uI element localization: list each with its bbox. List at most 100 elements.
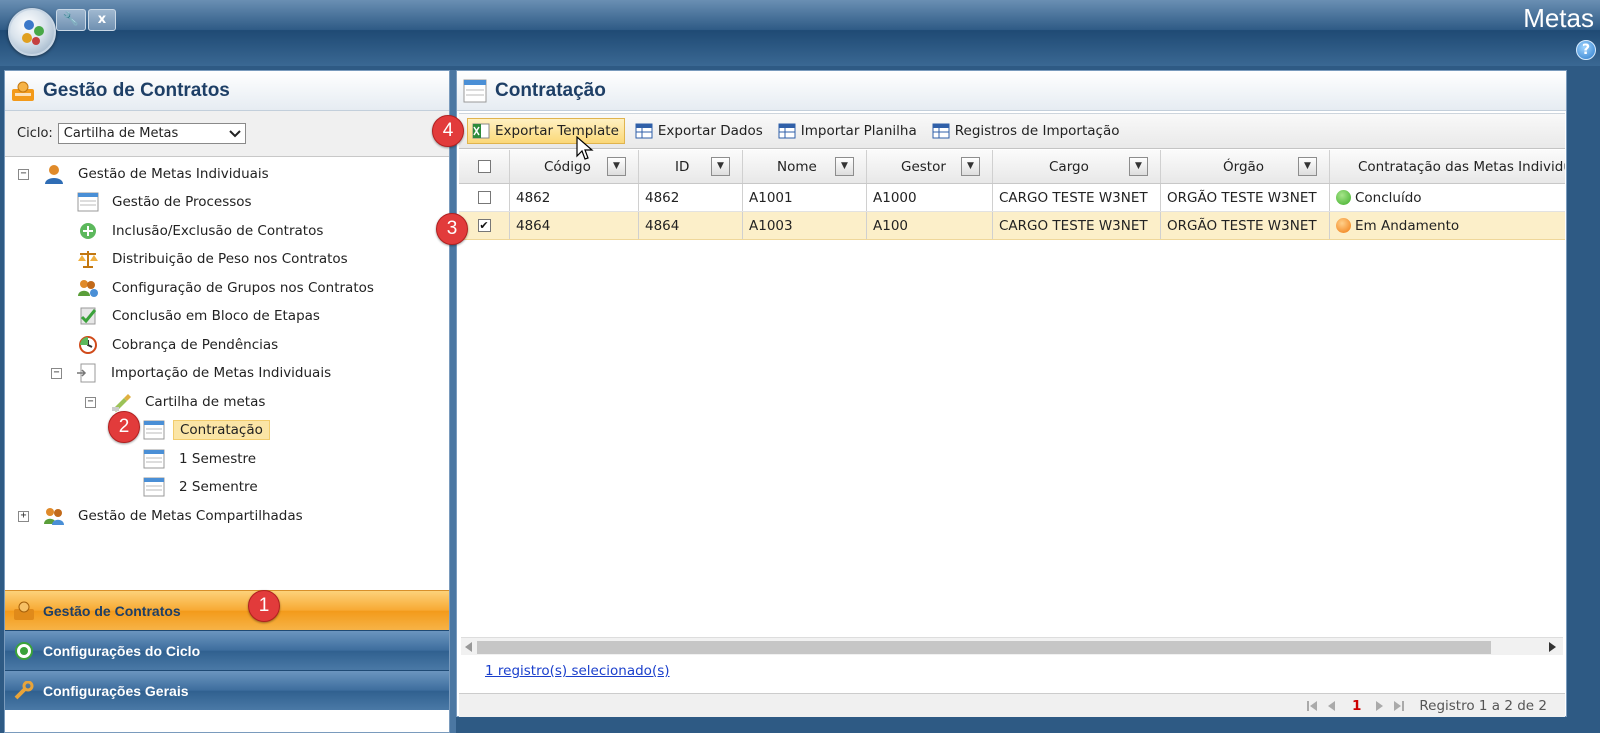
header-nome[interactable]: Nome ▼ xyxy=(743,150,867,183)
scale-icon xyxy=(78,251,98,268)
cell-cargo: CARGO TESTE W3NET xyxy=(993,184,1161,211)
tree-item-semestre-1[interactable]: 1 Semestre xyxy=(143,446,256,472)
ciclo-select[interactable]: Cartilha de Metas xyxy=(57,123,246,144)
collapse-icon[interactable]: − xyxy=(85,396,96,408)
collapse-icon[interactable]: − xyxy=(18,168,29,180)
expand-icon[interactable]: + xyxy=(18,510,29,522)
accordion-gestao-contratos[interactable]: Gestão de Contratos xyxy=(5,590,449,630)
filter-dropdown-icon[interactable]: ▼ xyxy=(961,157,980,176)
scrollbar-thumb[interactable] xyxy=(477,641,1491,654)
importar-planilha-button[interactable]: Importar Planilha xyxy=(774,118,922,144)
header-codigo[interactable]: Código ▼ xyxy=(510,150,639,183)
prev-page-icon[interactable] xyxy=(1326,700,1336,712)
tree-item-metas-individuais[interactable]: − Gestão de Metas Individuais xyxy=(18,161,269,187)
current-page[interactable]: 1 xyxy=(1352,698,1361,714)
next-page-icon[interactable] xyxy=(1375,700,1385,712)
scroll-right-icon[interactable] xyxy=(1549,642,1557,652)
tree-item-distribuicao[interactable]: Distribuição de Peso nos Contratos xyxy=(77,246,348,272)
filter-dropdown-icon[interactable]: ▼ xyxy=(835,157,854,176)
filter-dropdown-icon[interactable]: ▼ xyxy=(1129,157,1148,176)
header-cargo[interactable]: Cargo ▼ xyxy=(993,150,1161,183)
toolbar: Exportar Template Exportar Dados Importa… xyxy=(459,113,1565,149)
right-panel-header: Contratação xyxy=(457,71,1566,111)
left-panel: Gestão de Contratos Ciclo: Cartilha de M… xyxy=(4,70,450,733)
tree-item-metas-compartilhadas[interactable]: + Gestão de Metas Compartilhadas xyxy=(18,503,303,529)
button-label: Importar Planilha xyxy=(800,123,917,139)
last-page-icon[interactable] xyxy=(1393,700,1405,712)
column-label: Nome xyxy=(777,158,817,175)
cell-codigo: 4864 xyxy=(510,212,639,239)
tree-item-label: Distribuição de Peso nos Contratos xyxy=(112,251,348,267)
header-contratacao[interactable]: Contratação das Metas Individuai xyxy=(1330,150,1565,183)
tree-item-gestao-processos[interactable]: Gestão de Processos xyxy=(77,189,252,215)
horizontal-scrollbar[interactable] xyxy=(461,637,1563,655)
scroll-left-icon[interactable] xyxy=(465,642,473,652)
left-panel-header: Gestão de Contratos xyxy=(5,71,449,111)
button-label: Exportar Dados xyxy=(657,123,763,139)
tools-tab[interactable]: 🔧 xyxy=(56,9,86,31)
cell-gestor: A1000 xyxy=(867,184,993,211)
tree-item-conclusao[interactable]: Conclusão em Bloco de Etapas xyxy=(77,303,320,329)
annotation-badge-2: 2 xyxy=(108,411,140,443)
sheet-icon xyxy=(143,449,165,469)
group-settings-icon xyxy=(78,280,98,297)
tree-item-label: Conclusão em Bloco de Etapas xyxy=(112,308,320,324)
tree-item-cobranca[interactable]: Cobrança de Pendências xyxy=(77,332,278,358)
tree-item-semestre-2[interactable]: 2 Sementre xyxy=(143,474,258,500)
cycle-icon xyxy=(15,641,33,660)
filter-dropdown-icon[interactable]: ▼ xyxy=(711,157,730,176)
sheet-icon xyxy=(143,477,165,497)
tree-item-label: 1 Semestre xyxy=(179,451,257,467)
annotation-badge-4: 4 xyxy=(432,115,464,147)
filter-dropdown-icon[interactable]: ▼ xyxy=(607,157,626,176)
collapse-icon[interactable]: − xyxy=(51,367,62,379)
table-row[interactable]: ✔ 4864 4864 A1003 A100 CARGO TESTE W3NET… xyxy=(459,212,1565,240)
filter-dropdown-icon[interactable]: ▼ xyxy=(1298,157,1317,176)
cell-cargo: CARGO TESTE W3NET xyxy=(993,212,1161,239)
grid-header: Código ▼ ID ▼ Nome ▼ Gestor ▼ Cargo ▼ Órgão ▼ … xyxy=(459,150,1565,184)
help-icon[interactable]: ? xyxy=(1576,40,1596,60)
app-logo-icon[interactable] xyxy=(8,8,56,56)
column-label: Cargo xyxy=(1049,158,1089,175)
status-green-icon xyxy=(1336,190,1351,205)
cell-id: 4862 xyxy=(639,184,743,211)
brush-icon xyxy=(112,394,131,412)
tree-item-importacao[interactable]: − Importação de Metas Individuais xyxy=(51,360,331,386)
row-checkbox[interactable]: ✔ xyxy=(477,219,491,232)
cell-gestor: A100 xyxy=(867,212,993,239)
row-checkbox[interactable] xyxy=(477,191,491,204)
accordion-configuracoes-gerais[interactable]: Configurações Gerais xyxy=(5,670,449,710)
select-all-checkbox[interactable] xyxy=(477,160,491,173)
contracts-icon xyxy=(14,601,34,620)
tree-item-cartilha[interactable]: − Cartilha de metas xyxy=(85,389,265,415)
row-select-cell[interactable] xyxy=(459,184,510,211)
accordion-label: Gestão de Contratos xyxy=(43,602,181,619)
tree-item-configuracao[interactable]: Configuração de Grupos nos Contratos xyxy=(77,275,374,301)
close-tab-button[interactable]: x xyxy=(88,9,116,31)
first-page-icon[interactable] xyxy=(1306,700,1318,712)
tree-item-label: Configuração de Grupos nos Contratos xyxy=(112,280,374,296)
registros-importacao-button[interactable]: Registros de Importação xyxy=(928,118,1125,144)
tree-item-contratacao[interactable]: Contratação xyxy=(143,417,270,443)
tree-item-label: Importação de Metas Individuais xyxy=(111,365,332,381)
ciclo-select-value: Cartilha de Metas xyxy=(63,126,179,141)
accordion-configuracoes-ciclo[interactable]: Configurações do Ciclo xyxy=(5,630,449,670)
tree-item-inclusao[interactable]: Inclusão/Exclusão de Contratos xyxy=(77,218,323,244)
table-row[interactable]: 4862 4862 A1001 A1000 CARGO TESTE W3NET … xyxy=(459,184,1565,212)
cell-codigo: 4862 xyxy=(510,184,639,211)
header-orgao[interactable]: Órgão ▼ xyxy=(1161,150,1330,183)
tree-item-label: Cobrança de Pendências xyxy=(112,337,279,353)
header-id[interactable]: ID ▼ xyxy=(639,150,743,183)
cell-nome: A1003 xyxy=(743,212,867,239)
header-select-all[interactable] xyxy=(459,150,510,183)
selected-records-link[interactable]: 1 registro(s) selecionado(s) xyxy=(485,663,670,679)
exportar-dados-button[interactable]: Exportar Dados xyxy=(631,118,768,144)
header-gestor[interactable]: Gestor ▼ xyxy=(867,150,993,183)
exportar-template-button[interactable]: Exportar Template xyxy=(467,118,625,144)
wrench-icon: 🔧 xyxy=(62,12,80,27)
button-label: Registros de Importação xyxy=(954,123,1120,139)
data-grid: Código ▼ ID ▼ Nome ▼ Gestor ▼ Cargo ▼ Órgão ▼ … xyxy=(459,150,1565,240)
column-label: ID xyxy=(675,158,690,175)
excel-export-icon xyxy=(472,123,490,139)
status-text: Concluído xyxy=(1355,189,1422,206)
